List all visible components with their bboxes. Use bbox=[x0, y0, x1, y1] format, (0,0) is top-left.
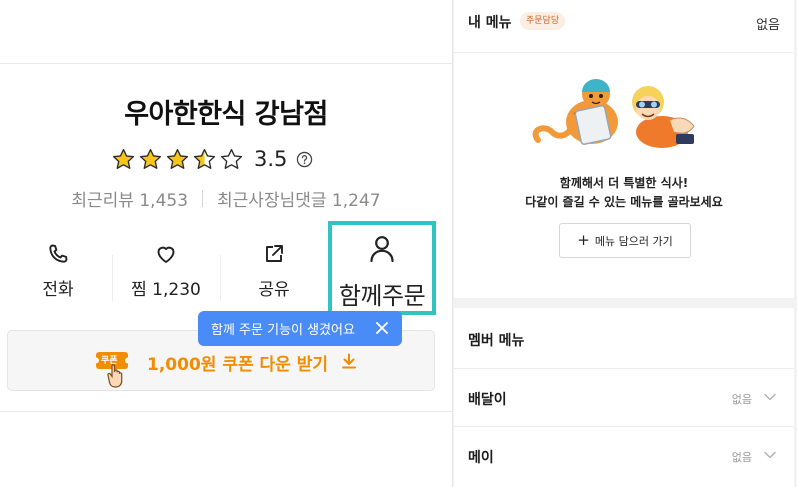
member-status: 없음 bbox=[731, 393, 752, 406]
divider bbox=[454, 52, 794, 53]
store-name: 우아한한식 강남점 bbox=[124, 99, 328, 130]
star-half-icon bbox=[193, 148, 216, 169]
rating-value: 3.5 bbox=[254, 147, 288, 171]
jjim-label: 찜 1,230 bbox=[131, 280, 201, 300]
chevron-down-icon bbox=[764, 393, 776, 401]
coupon-text: 1,000원 쿠폰 다운 받기 bbox=[147, 355, 329, 375]
jjim-button[interactable]: 찜 1,230 bbox=[116, 225, 216, 315]
tooltip-text: 함께 주문 기능이 생겼어요 bbox=[211, 323, 355, 338]
promo-headline: 함께해서 더 특별한 식사! bbox=[559, 176, 689, 190]
rating-stars bbox=[111, 147, 244, 172]
order-manager-badge: 주문담당 bbox=[520, 12, 566, 30]
group-order-panel: 내 메뉴 주문담당 없음 함께해서 더 특별한 식사! 다같이 즐길 수 있는 … bbox=[452, 0, 797, 487]
member-row[interactable]: 배달이 없음 bbox=[454, 368, 794, 426]
member-menu-card: 멤버 메뉴 배달이 없음 메이 없음 bbox=[454, 308, 794, 487]
member-menu-title: 멤버 메뉴 bbox=[468, 333, 525, 349]
phone-icon bbox=[49, 244, 68, 263]
group-order-button[interactable]: 함께주문 bbox=[328, 221, 436, 315]
star-full-icon bbox=[112, 148, 135, 169]
member-name: 메이 bbox=[468, 450, 494, 466]
star-full-icon bbox=[139, 148, 162, 169]
add-menu-button[interactable]: + 메뉴 담으러 가기 bbox=[559, 223, 691, 258]
add-menu-label: 메뉴 담으러 가기 bbox=[594, 234, 673, 248]
divider bbox=[0, 63, 452, 64]
divider bbox=[112, 255, 113, 301]
person-icon bbox=[370, 236, 394, 263]
plus-icon: + bbox=[577, 231, 590, 249]
share-label: 공유 bbox=[258, 280, 290, 300]
rating-row: 3.5 bbox=[111, 144, 313, 174]
chevron-down-icon bbox=[764, 451, 776, 459]
recent-owner-replies[interactable]: 최근사장님댓글 1,247 bbox=[217, 186, 381, 211]
coupon-badge: 쿠폰 bbox=[101, 356, 118, 366]
divider bbox=[202, 190, 204, 207]
share-icon bbox=[266, 245, 283, 262]
review-stats: 최근리뷰 1,453 최근사장님댓글 1,247 bbox=[0, 186, 452, 211]
share-button[interactable]: 공유 bbox=[224, 225, 324, 315]
divider bbox=[0, 411, 452, 412]
member-status: 없음 bbox=[731, 451, 752, 464]
call-label: 전화 bbox=[42, 280, 74, 300]
download-icon bbox=[342, 353, 356, 369]
characters-illustration bbox=[532, 79, 695, 148]
call-button[interactable]: 전화 bbox=[8, 225, 108, 315]
action-bar: 전화 찜 1,230 공유 함께주문 bbox=[0, 221, 452, 317]
my-menu-title: 내 메뉴 bbox=[468, 15, 512, 31]
group-order-tooltip: 함께 주문 기능이 생겼어요 bbox=[198, 311, 402, 346]
star-empty-icon bbox=[220, 148, 243, 169]
star-full-icon bbox=[166, 148, 189, 169]
my-menu-card: 내 메뉴 주문담당 없음 함께해서 더 특별한 식사! 다같이 즐길 수 있는 … bbox=[454, 0, 794, 298]
promo-subtext: 다같이 즐길 수 있는 메뉴를 골라보세요 bbox=[525, 195, 723, 209]
member-name: 배달이 bbox=[468, 392, 507, 408]
help-icon[interactable] bbox=[296, 151, 313, 168]
store-info-panel: 우아한한식 강남점 3.5 최근리뷰 1,453 최근사장님댓글 1,247 전… bbox=[0, 0, 452, 487]
recent-reviews[interactable]: 최근리뷰 1,453 bbox=[71, 186, 188, 211]
divider bbox=[220, 255, 221, 301]
heart-icon bbox=[157, 246, 175, 263]
member-row[interactable]: 메이 없음 bbox=[454, 426, 794, 484]
group-order-label: 함께주문 bbox=[338, 282, 426, 310]
my-menu-status: 없음 bbox=[756, 18, 780, 33]
close-icon[interactable] bbox=[375, 321, 389, 335]
